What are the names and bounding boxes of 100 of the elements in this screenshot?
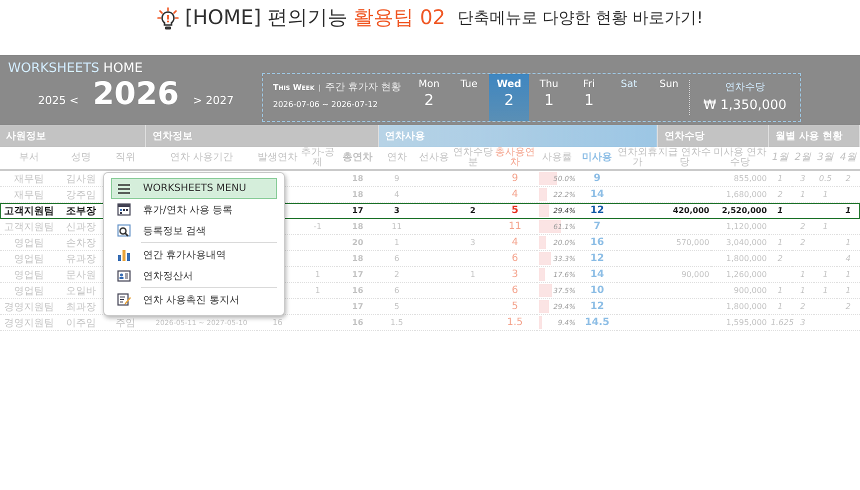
table-cell: 영업팀 <box>14 270 44 280</box>
table-cell: 1 <box>822 270 828 279</box>
group-header: 연차사용 <box>378 125 658 147</box>
bar-chart-icon <box>117 248 131 261</box>
column-header: 연차 <box>378 147 416 170</box>
table-cell: 17 <box>352 270 364 279</box>
table-cell: 경영지원팀 <box>4 318 54 328</box>
table-cell: 최과장 <box>66 302 96 312</box>
table-cell: 1 <box>315 270 320 279</box>
day-tab[interactable]: Thu 1 <box>529 74 569 121</box>
table-cell: 1,680,000 <box>726 190 767 199</box>
table-cell: 1.625 <box>770 318 794 327</box>
table-cell: 6 <box>394 286 400 295</box>
table-cell: 16 <box>272 318 283 327</box>
table-cell: 1 <box>846 286 851 295</box>
table-cell: 18 <box>352 190 364 199</box>
column-header: 선사용 <box>415 147 452 170</box>
day-name: Tue <box>460 79 478 90</box>
menu-item[interactable]: 연차정산서 <box>111 265 277 286</box>
table-cell: 17 <box>352 302 364 311</box>
table-cell: 조부장 <box>66 206 96 216</box>
headline-title: [HOME] 편의기능 <box>184 4 348 31</box>
day-count: 1 <box>584 91 594 109</box>
table-cell: 3 <box>394 206 400 215</box>
table-cell: 570,000 <box>676 238 710 247</box>
table-cell: 1 <box>470 270 476 279</box>
table-cell: 18 <box>352 174 364 183</box>
table-cell: 1 <box>845 206 851 215</box>
table-cell: 14 <box>590 189 604 200</box>
column-header: 3월 <box>814 147 837 170</box>
day-count: 2 <box>424 91 434 109</box>
allowance-amount: ₩ 1,350,000 <box>703 98 787 113</box>
column-header: 4월 <box>836 147 860 170</box>
table-cell: 2 <box>800 222 806 231</box>
table-cell: 1 <box>315 286 320 295</box>
day-tab[interactable]: Mon 2 <box>409 74 449 121</box>
table-cell: 3 <box>470 238 476 247</box>
menu-item[interactable]: 연차 사용촉진 통지서 <box>111 289 277 310</box>
week-caption: 주간 휴가자 현황 <box>324 81 402 94</box>
day-tab[interactable]: Wed 2 <box>489 74 529 121</box>
next-year-link[interactable]: > 2027 <box>193 94 234 107</box>
day-name: Mon <box>418 79 440 90</box>
table-cell: 1.5 <box>506 317 523 328</box>
day-name: Sat <box>620 79 638 90</box>
menu-item[interactable]: 등록정보 검색 <box>111 220 277 241</box>
day-tab[interactable]: Sat <box>609 74 649 121</box>
search-icon <box>117 224 131 237</box>
table-cell: 18 <box>352 254 364 263</box>
column-header: 연차 사용기간 <box>146 147 257 170</box>
table-cell: 2 <box>778 254 783 263</box>
table-cell: 고객지원팀 <box>4 222 54 232</box>
day-name: Thu <box>540 79 558 90</box>
menu-item[interactable]: WORKSHEETS MENU <box>111 178 277 199</box>
table-cell: 4 <box>394 190 400 199</box>
column-header: 총연차 <box>337 147 378 170</box>
table-cell: 1 <box>778 174 783 183</box>
column-header: 총사용연차 <box>493 147 537 170</box>
table-cell: 고객지원팀 <box>4 206 54 216</box>
headline-highlight: 활용팁 02 <box>354 4 446 31</box>
column-header: 2월 <box>792 147 814 170</box>
group-header: 연차정보 <box>146 125 378 147</box>
table-cell: 1 <box>800 270 806 279</box>
table-cell: 재무팀 <box>14 190 44 200</box>
table-cell: 1,260,000 <box>726 270 767 279</box>
table-cell: 4 <box>846 254 851 263</box>
table-cell: 17 <box>352 206 364 215</box>
table-cell: 1 <box>800 190 806 199</box>
table-cell: 9 <box>594 173 601 184</box>
table-cell: 2 <box>846 302 851 311</box>
lightbulb-icon <box>156 7 179 31</box>
menu-item[interactable]: 연간 휴가사용내역 <box>111 244 277 265</box>
previous-year-link[interactable]: 2025 < <box>38 94 79 107</box>
column-header: 미사용 연차수당 <box>711 147 769 170</box>
day-tab[interactable]: Sun <box>649 74 689 121</box>
table-cell: 16 <box>590 237 604 248</box>
day-tab[interactable]: Tue <box>449 74 489 121</box>
table-cell: 영업팀 <box>14 238 44 248</box>
table-cell: 16 <box>352 318 364 327</box>
table-cell: 0.5 <box>819 174 832 183</box>
table-cell: 18 <box>352 222 364 231</box>
table-cell: 16 <box>352 286 364 295</box>
column-header: 추가-공제 <box>298 147 338 170</box>
table-cell: 1 <box>778 238 783 247</box>
table-cell: 5 <box>394 302 400 311</box>
column-header: 지급 연차수당 <box>658 147 712 170</box>
table-cell: 11 <box>508 221 522 232</box>
table-cell: 6 <box>512 285 518 296</box>
table-cell: 6 <box>512 253 518 264</box>
table-cell: -1 <box>314 222 322 231</box>
table-cell: 1 <box>394 238 400 247</box>
day-count: 1 <box>544 91 554 109</box>
table-cell: 9 <box>512 173 518 184</box>
table-cell: 9 <box>394 174 400 183</box>
brand-text: WORKSHEETS <box>8 61 100 76</box>
table-cell: 김사원 <box>66 174 96 184</box>
table-cell: 재무팀 <box>14 174 44 184</box>
day-tab[interactable]: Fri 1 <box>569 74 609 121</box>
table-cell: 2,520,000 <box>722 206 767 215</box>
table-cell: 420,000 <box>672 206 710 215</box>
table-cell: 1 <box>846 270 851 279</box>
